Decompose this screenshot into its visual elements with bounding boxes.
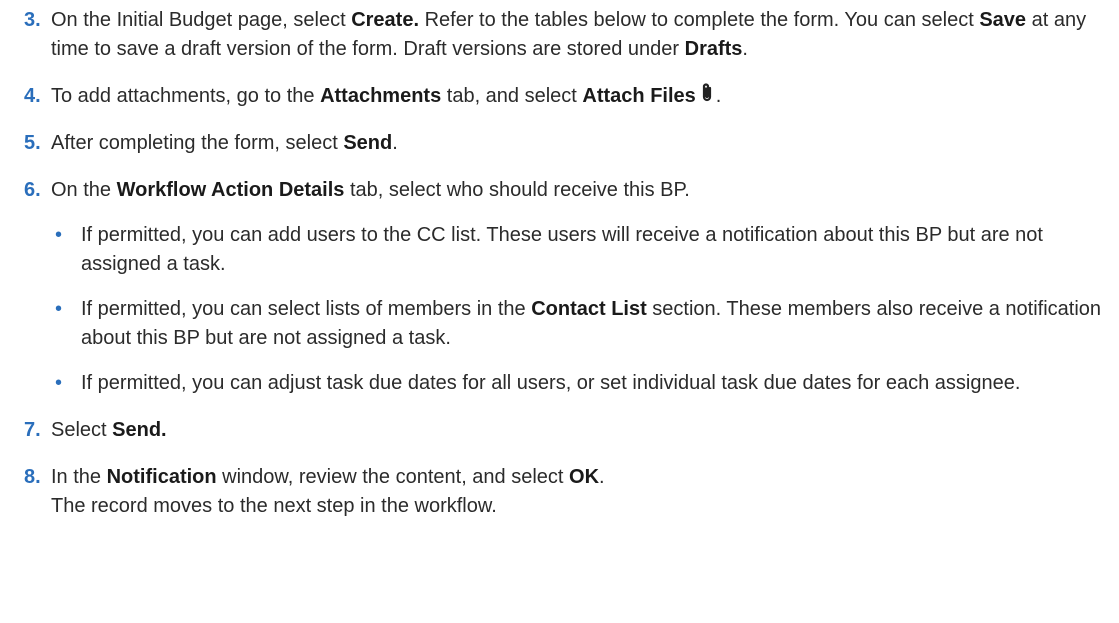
step-text: tab, and select [441,85,583,107]
ui-term: Drafts [684,38,743,60]
sub-bullet-item: • If permitted, you can select lists of m… [51,295,1111,353]
step-text: If permitted, you can select lists of me… [81,298,532,320]
step-text: Select [51,419,113,441]
bullet-marker: • [55,298,63,320]
step-number: 8. [24,466,41,488]
ui-term: Workflow Action Details [116,179,345,201]
step-number: 4. [24,85,41,107]
step-body: On the Workflow Action Details tab, sele… [51,176,1111,205]
step-item: 7. Select Send. [0,416,1119,445]
step-text: tab, select who should receive this BP. [344,179,690,201]
ui-term: Attachments [320,85,442,107]
step-body: After completing the form, select Send. [51,129,1111,158]
sub-bullet-item: • If permitted, you can adjust task due d… [51,369,1111,398]
step-text: On the Initial Budget page, select [51,9,352,31]
step-item: 3. On the Initial Budget page, select Cre… [0,6,1119,64]
step-text: In the [51,466,107,488]
step-body: On the Initial Budget page, select Creat… [51,6,1111,64]
bullet-marker: • [55,372,63,394]
bullet-marker: • [55,224,63,246]
ui-term: Create. [351,9,420,31]
step-item: 8. In the Notification window, review the… [0,463,1119,521]
ui-term: OK [569,466,600,488]
bullet-text: If permitted, you can adjust task due da… [81,372,1020,394]
step-text: To add attachments, go to the [51,85,321,107]
ui-term: Contact List [531,298,647,320]
bullet-text: If permitted, you can add users to the C… [81,224,1043,275]
step-number: 5. [24,132,41,154]
ui-term: Send. [112,419,167,441]
step-item: 5. After completing the form, select Send… [0,129,1119,158]
step-text: . [392,132,398,154]
step-text: . [715,85,722,107]
ui-term: Save [979,9,1027,31]
step-text: If permitted, you can adjust task due da… [81,372,1021,394]
step-text: On the [51,179,117,201]
step-text: Refer to the tables below to complete th… [419,9,980,31]
step-number: 7. [24,419,41,441]
step-text: After completing the form, select [51,132,344,154]
document-page: 3. On the Initial Budget page, select Cre… [0,0,1119,623]
ui-term: Send [343,132,393,154]
ui-term: Attach Files [582,85,696,107]
paperclip-icon [702,83,711,102]
sub-bullet-list: • If permitted, you can add users to the … [51,221,1111,398]
bullet-text: If permitted, you can select lists of me… [81,298,1101,349]
step-body: In the Notification window, review the c… [51,463,1111,521]
step-item: 4. To add attachments, go to the Attachme… [0,82,1119,111]
step-text: . [742,38,748,60]
step-text: window, review the content, and select [216,466,570,488]
step-number: 6. [24,179,41,201]
step-text: The record moves to the next step in the… [51,495,497,517]
step-body: Select Send. [51,416,1111,445]
step-text: . [599,466,605,488]
procedure-steps: 3. On the Initial Budget page, select Cre… [0,6,1119,521]
step-item: 6. On the Workflow Action Details tab, se… [0,176,1119,398]
step-text: If permitted, you can add users to the C… [81,224,1043,275]
ui-term: Notification [106,466,217,488]
sub-bullet-item: • If permitted, you can add users to the … [51,221,1111,279]
step-number: 3. [24,9,41,31]
step-body: To add attachments, go to the Attachment… [51,82,1111,111]
